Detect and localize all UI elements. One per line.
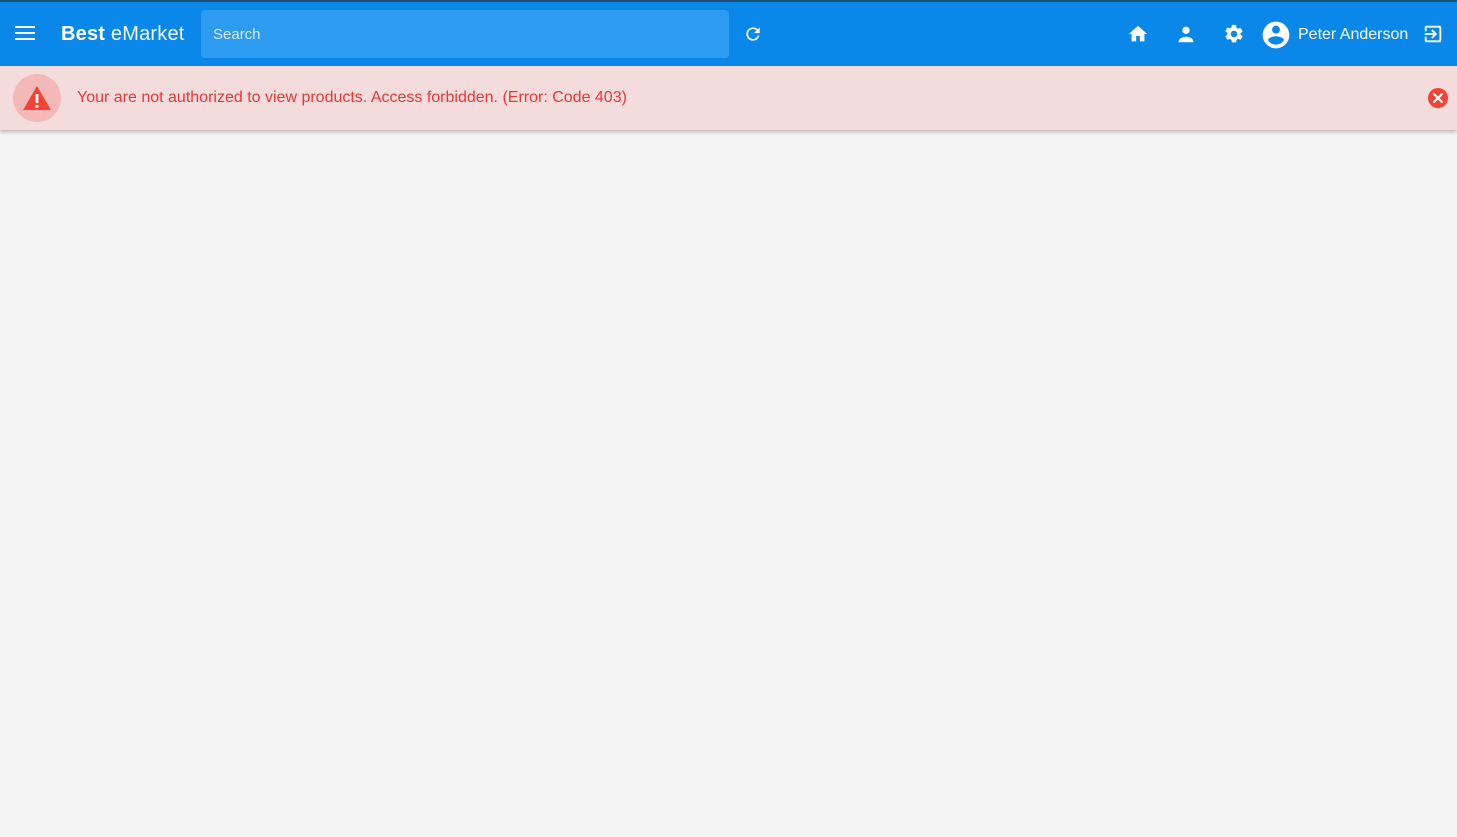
brand-light: eMarket: [105, 23, 185, 45]
app-root: Best eMarket Search Peter Anderson Your …: [0, 0, 1457, 837]
warning-icon: [23, 86, 51, 110]
logout-button[interactable]: [1420, 21, 1446, 47]
user-name[interactable]: Peter Anderson: [1298, 25, 1408, 45]
gear-icon: [1225, 24, 1243, 43]
main-content: [0, 130, 1457, 837]
home-button[interactable]: [1125, 21, 1151, 47]
search-input[interactable]: [201, 10, 729, 58]
logout-icon: [1424, 25, 1442, 43]
top-app-bar: Best eMarket Search Peter Anderson: [0, 0, 1457, 66]
refresh-icon: [746, 27, 760, 41]
settings-button[interactable]: [1221, 21, 1247, 47]
user-avatar[interactable]: [1260, 19, 1292, 51]
brand-bold: Best: [61, 23, 106, 45]
close-circle-icon: [1428, 88, 1448, 108]
account-circle-icon: [1262, 21, 1290, 49]
home-icon: [1128, 25, 1148, 42]
menu-button[interactable]: [11, 19, 39, 47]
refresh-button[interactable]: [740, 21, 766, 47]
menu-icon: [15, 26, 35, 40]
profile-button[interactable]: [1173, 21, 1199, 47]
person-icon: [1178, 26, 1194, 43]
alert-icon-badge: [13, 74, 61, 122]
brand-title[interactable]: Best eMarket: [61, 21, 185, 47]
alert-close-button[interactable]: [1427, 87, 1449, 109]
alert-message: Your are not authorized to view products…: [77, 89, 627, 106]
error-alert: Your are not authorized to view products…: [0, 66, 1457, 130]
